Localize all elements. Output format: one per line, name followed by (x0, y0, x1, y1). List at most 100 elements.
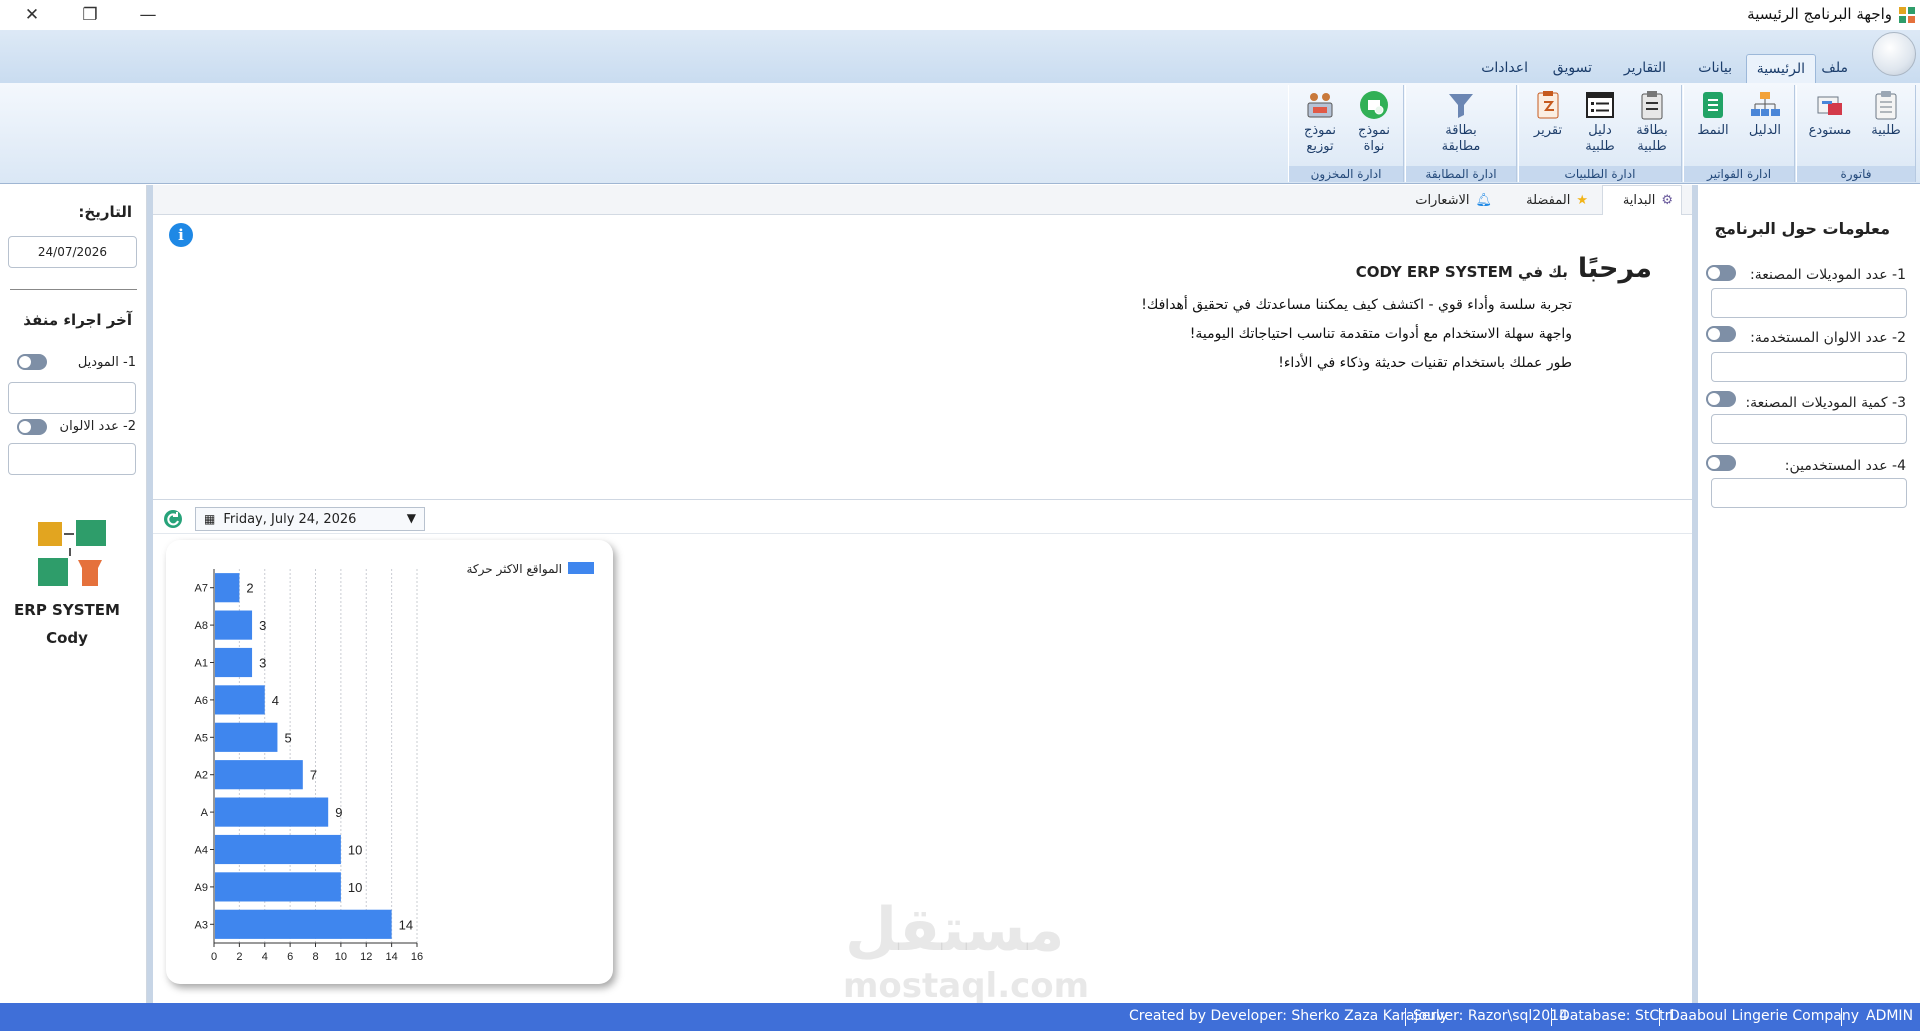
y-tick-label: A1 (195, 658, 208, 670)
date-picker[interactable]: ▦ Friday, July 24, 2026 ▼ (195, 507, 425, 531)
application-orb-button[interactable] (1872, 32, 1916, 76)
models-quantity-field[interactable] (1711, 414, 1907, 444)
report-icon (1537, 91, 1559, 119)
models-count-label: 1- عدد الموديلات المصنعة: (1750, 267, 1906, 283)
left-panel: التاريخ: 24/07/2026 آخر اجراء منفذ 1- ال… (0, 185, 147, 1003)
chevron-down-icon: ▼ (406, 511, 416, 525)
ribbon-group-matching-mgmt: بطاقة مطابقة ادارة المطابقة (1405, 85, 1517, 182)
order-invoice-label: طلبية (1871, 123, 1901, 138)
order-guide-button[interactable]: دليل طلبية (1575, 89, 1625, 163)
directory-button[interactable]: الدليل (1740, 89, 1790, 163)
tab-home[interactable]: الرئيسية (1745, 54, 1816, 83)
tab-data[interactable]: بيانات (1688, 54, 1742, 81)
tab-marketing[interactable]: تسويق (1543, 54, 1602, 81)
data-label: 5 (284, 730, 291, 745)
ribbon-group-title: ادارة الفواتير (1684, 166, 1794, 182)
order-card-button[interactable]: بطاقة طلبية (1627, 89, 1677, 163)
minimize-icon: — (139, 5, 157, 25)
bar-A5 (215, 722, 278, 752)
colors-toggle[interactable] (17, 419, 47, 435)
tab-notifications[interactable]: 🔔︎ الاشعارات (1400, 185, 1500, 215)
minimize-button[interactable]: — (128, 2, 168, 28)
bar-A3 (215, 909, 392, 939)
models-count-toggle[interactable] (1706, 265, 1736, 281)
matching-card-label: بطاقة مطابقة (1441, 123, 1481, 154)
welcome-title-small: بك في CODY ERP SYSTEM (1355, 263, 1568, 281)
model-toggle[interactable] (17, 354, 47, 370)
filter-icon (1449, 94, 1473, 118)
date-field[interactable]: 24/07/2026 (8, 236, 137, 268)
colors-used-field[interactable] (1711, 352, 1907, 382)
y-tick-label: A7 (195, 583, 208, 595)
legend-swatch (568, 562, 594, 574)
tab-notifications-label: الاشعارات (1415, 192, 1470, 208)
last-action-heading: آخر اجراء منفذ (23, 311, 132, 329)
bar-chart: 0 2 4 6 8 10 12 14 16A7 2A8 3A1 3A6 4A5 5A2 7A 9A4 10A9 1… (195, 562, 594, 963)
distribution-model-button[interactable]: نموذج توزيع (1295, 89, 1345, 163)
distribution-icon (1307, 93, 1333, 118)
watermark-arabic: مستقل (845, 895, 1065, 965)
order-guide-label: دليل طلبية (1585, 123, 1615, 154)
x-tick-label: 4 (262, 951, 268, 963)
watermark-latin: mostaql.com (843, 966, 1090, 1006)
colors-option-label: 2- عدد الالوان (59, 419, 136, 434)
restore-button[interactable]: ❐ (70, 2, 110, 28)
chart-card: 0 2 4 6 8 10 12 14 16 A7 2 A8 3 A1 3 A6 4 A5 5 A2 7 A 9 A4 10 A9 1… (166, 540, 613, 984)
welcome-heading: مرحبًا بك في CODY ERP SYSTEM (1356, 253, 1652, 284)
close-button[interactable]: ✕ (12, 2, 52, 28)
y-tick-label: A (201, 807, 209, 819)
chart-toolbar: ▦ Friday, July 24, 2026 ▼ (153, 504, 1692, 534)
ribbon-group-title: فاتورة (1797, 166, 1915, 182)
refresh-icon[interactable] (163, 509, 183, 529)
report-button[interactable]: تقرير (1523, 89, 1573, 163)
y-tick-label: A2 (195, 770, 208, 782)
order-invoice-button[interactable]: طلبية (1861, 89, 1911, 163)
users-count-label: 4- عدد المستخدمين: (1784, 458, 1906, 474)
tab-favorites[interactable]: ★ المفضلة (1508, 185, 1596, 215)
data-label: 2 (246, 581, 253, 596)
warehouse-icon (1817, 96, 1842, 115)
users-count-toggle[interactable] (1706, 455, 1736, 471)
title-bar: ✕ ❐ — واجهة البرنامج الرئيسية (0, 0, 1920, 30)
ribbon-group-title: ادارة المطابقة (1406, 166, 1516, 182)
x-tick-label: 6 (287, 951, 293, 963)
brand-name: ERP SYSTEM (14, 601, 120, 619)
data-label: 3 (259, 656, 266, 671)
matching-card-button[interactable]: بطاقة مطابقة (1436, 89, 1486, 163)
status-database: Database: StCtrl (1559, 1008, 1675, 1024)
pattern-button[interactable]: النمط (1688, 89, 1738, 163)
star-icon: ★ (1576, 192, 1588, 208)
users-count-field[interactable] (1711, 478, 1907, 508)
x-tick-label: 14 (386, 951, 398, 963)
welcome-title-big: مرحبًا (1577, 253, 1652, 284)
x-tick-label: 12 (360, 951, 372, 963)
y-tick-label: A4 (195, 845, 208, 857)
status-separator (1551, 1008, 1552, 1026)
colors-field[interactable] (8, 443, 136, 475)
tab-file[interactable]: ملف (1811, 54, 1858, 81)
models-count-field[interactable] (1711, 288, 1907, 318)
warehouse-button[interactable]: مستودع (1805, 89, 1855, 163)
x-tick-label: 10 (335, 951, 347, 963)
data-label: 14 (399, 917, 413, 932)
data-label: 10 (348, 843, 362, 858)
info-icon[interactable]: i (169, 223, 193, 247)
bar-A (215, 797, 329, 827)
tab-reports[interactable]: التقارير (1614, 54, 1676, 81)
distribution-model-label: نموذج توزيع (1303, 123, 1337, 154)
y-tick-label: A8 (195, 620, 208, 632)
colors-used-toggle[interactable] (1706, 326, 1736, 342)
models-quantity-toggle[interactable] (1706, 391, 1736, 407)
tab-home-page[interactable]: ⚙ البداية (1602, 185, 1682, 215)
colors-used-label: 2- عدد الالوان المستخدمة: (1750, 330, 1906, 346)
tab-settings[interactable]: اعدادات (1471, 54, 1538, 81)
bar-A9 (215, 872, 341, 902)
report-label: تقرير (1533, 123, 1563, 138)
bar-A7 (215, 573, 240, 603)
y-tick-label: A3 (195, 919, 208, 931)
order-card-label: بطاقة طلبية (1636, 123, 1668, 154)
brand-subname: Cody (46, 629, 88, 647)
model-field[interactable] (8, 382, 136, 414)
core-model-button[interactable]: نموذج نواة (1349, 89, 1399, 163)
status-bar: Created by Developer: Sherko Zaza Karajo… (0, 1003, 1920, 1031)
